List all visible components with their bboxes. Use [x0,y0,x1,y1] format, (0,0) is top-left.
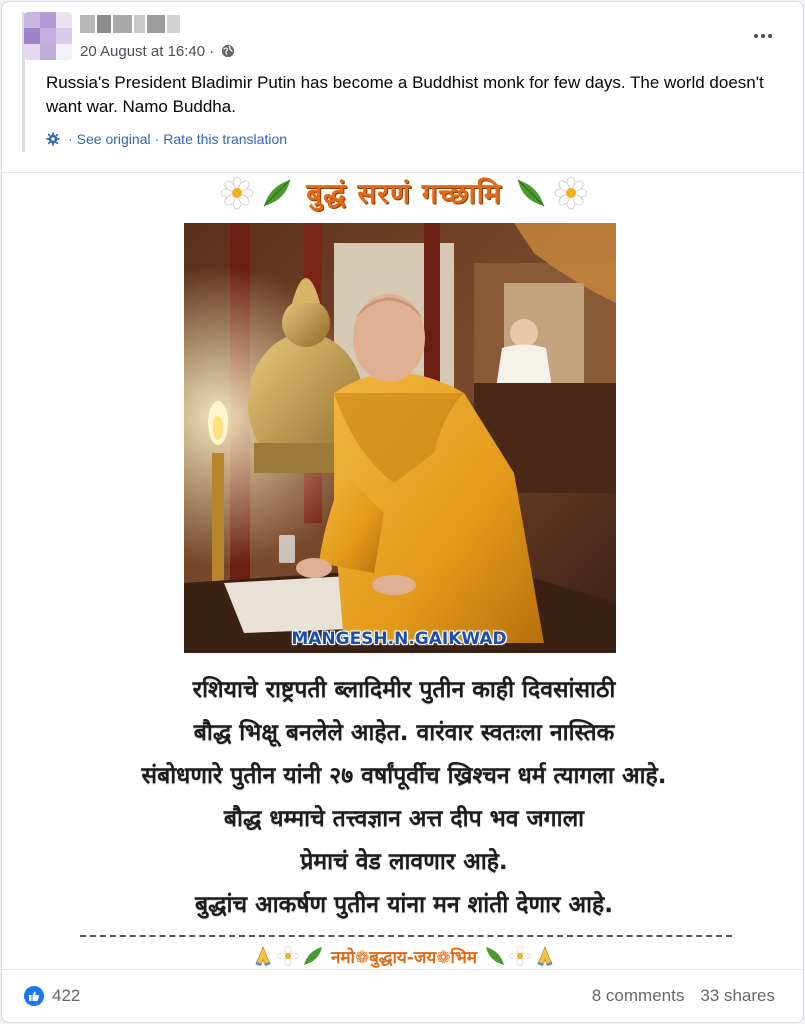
avatar[interactable] [24,12,72,60]
flower-icon [554,176,588,210]
post-date[interactable]: 20 August at 16:40 [80,43,205,60]
like-icon [24,986,44,1006]
divider [2,969,803,970]
praying-hands-icon [255,945,271,967]
flower-icon [509,945,531,967]
praying-hands-icon [537,945,553,967]
footer-text: नमो❁बुद्धाय-जय❁भिम [330,947,478,968]
shares-count[interactable]: 33 shares [700,986,775,1006]
leaf-icon [486,947,505,965]
caption-line: बौद्ध भिक्षू बनलेले आहेत. वारंवार स्वतःल… [193,720,615,746]
meta-separator: · [209,42,215,60]
translation-row: · See original · Rate this translation [46,129,287,149]
flower-icon [277,945,299,967]
leaf-icon [303,947,322,965]
rate-translation-link[interactable]: Rate this translation [163,131,287,147]
translate-separator: · [68,131,73,147]
caption-line: बुद्धांच आकर्षण पुतीन यांना मन शांती देण… [195,892,613,918]
caption-line: रशियाचे राष्ट्रपती ब्लादिमीर पुतीन काही … [192,677,616,703]
caption-line: बौद्ध धम्माचे तत्त्वज्ञान अत्त दीप भव जग… [223,806,585,832]
comments-count[interactable]: 8 comments [592,986,685,1006]
monk-photo: MANGESH.N.GAIKWAD [184,223,616,653]
post-image[interactable]: बुद्धं सरणं गच्छामि MANGESH.N.GAIKWAD रश… [26,173,782,969]
translate-separator: · [154,131,160,147]
leaf-icon [517,179,545,207]
monk-photo-scene [184,223,616,653]
post-text: Russia's President Bladimir Putin has be… [46,73,764,116]
see-original-link[interactable]: See original [77,131,151,147]
watermark-text: MANGESH.N.GAIKWAD [291,629,507,649]
marathi-caption: रशियाचे राष्ट्रपती ब्लादिमीर पुतीन काही … [26,669,782,927]
globe-icon[interactable] [221,44,235,58]
reactions-summary[interactable]: 422 [24,985,80,1007]
footer-banner: नमो❁बुद्धाय-जय❁भिम [26,943,782,969]
post-card: 20 August at 16:40 · Russia's President … [1,1,804,1023]
author-name[interactable] [80,15,180,33]
reaction-count: 422 [52,986,81,1005]
engagement-stats: 8 comments 33 shares [592,985,775,1007]
top-banner: बुद्धं सरणं गच्छामि [26,173,782,213]
caption-line: संबोधणारे पुतीन यांनी २७ वर्षांपूर्वीच ख… [141,763,667,789]
leaf-icon [263,179,291,207]
post-meta: 20 August at 16:40 · [80,41,235,61]
gear-icon [46,132,60,146]
more-options-icon[interactable] [749,26,777,46]
dashed-divider [80,935,732,937]
banner-text: बुद्धं सरणं गच्छामि [306,177,502,210]
flower-icon [220,176,254,210]
caption-line: प्रेमाचं वेड लावणार आहे. [300,849,508,875]
